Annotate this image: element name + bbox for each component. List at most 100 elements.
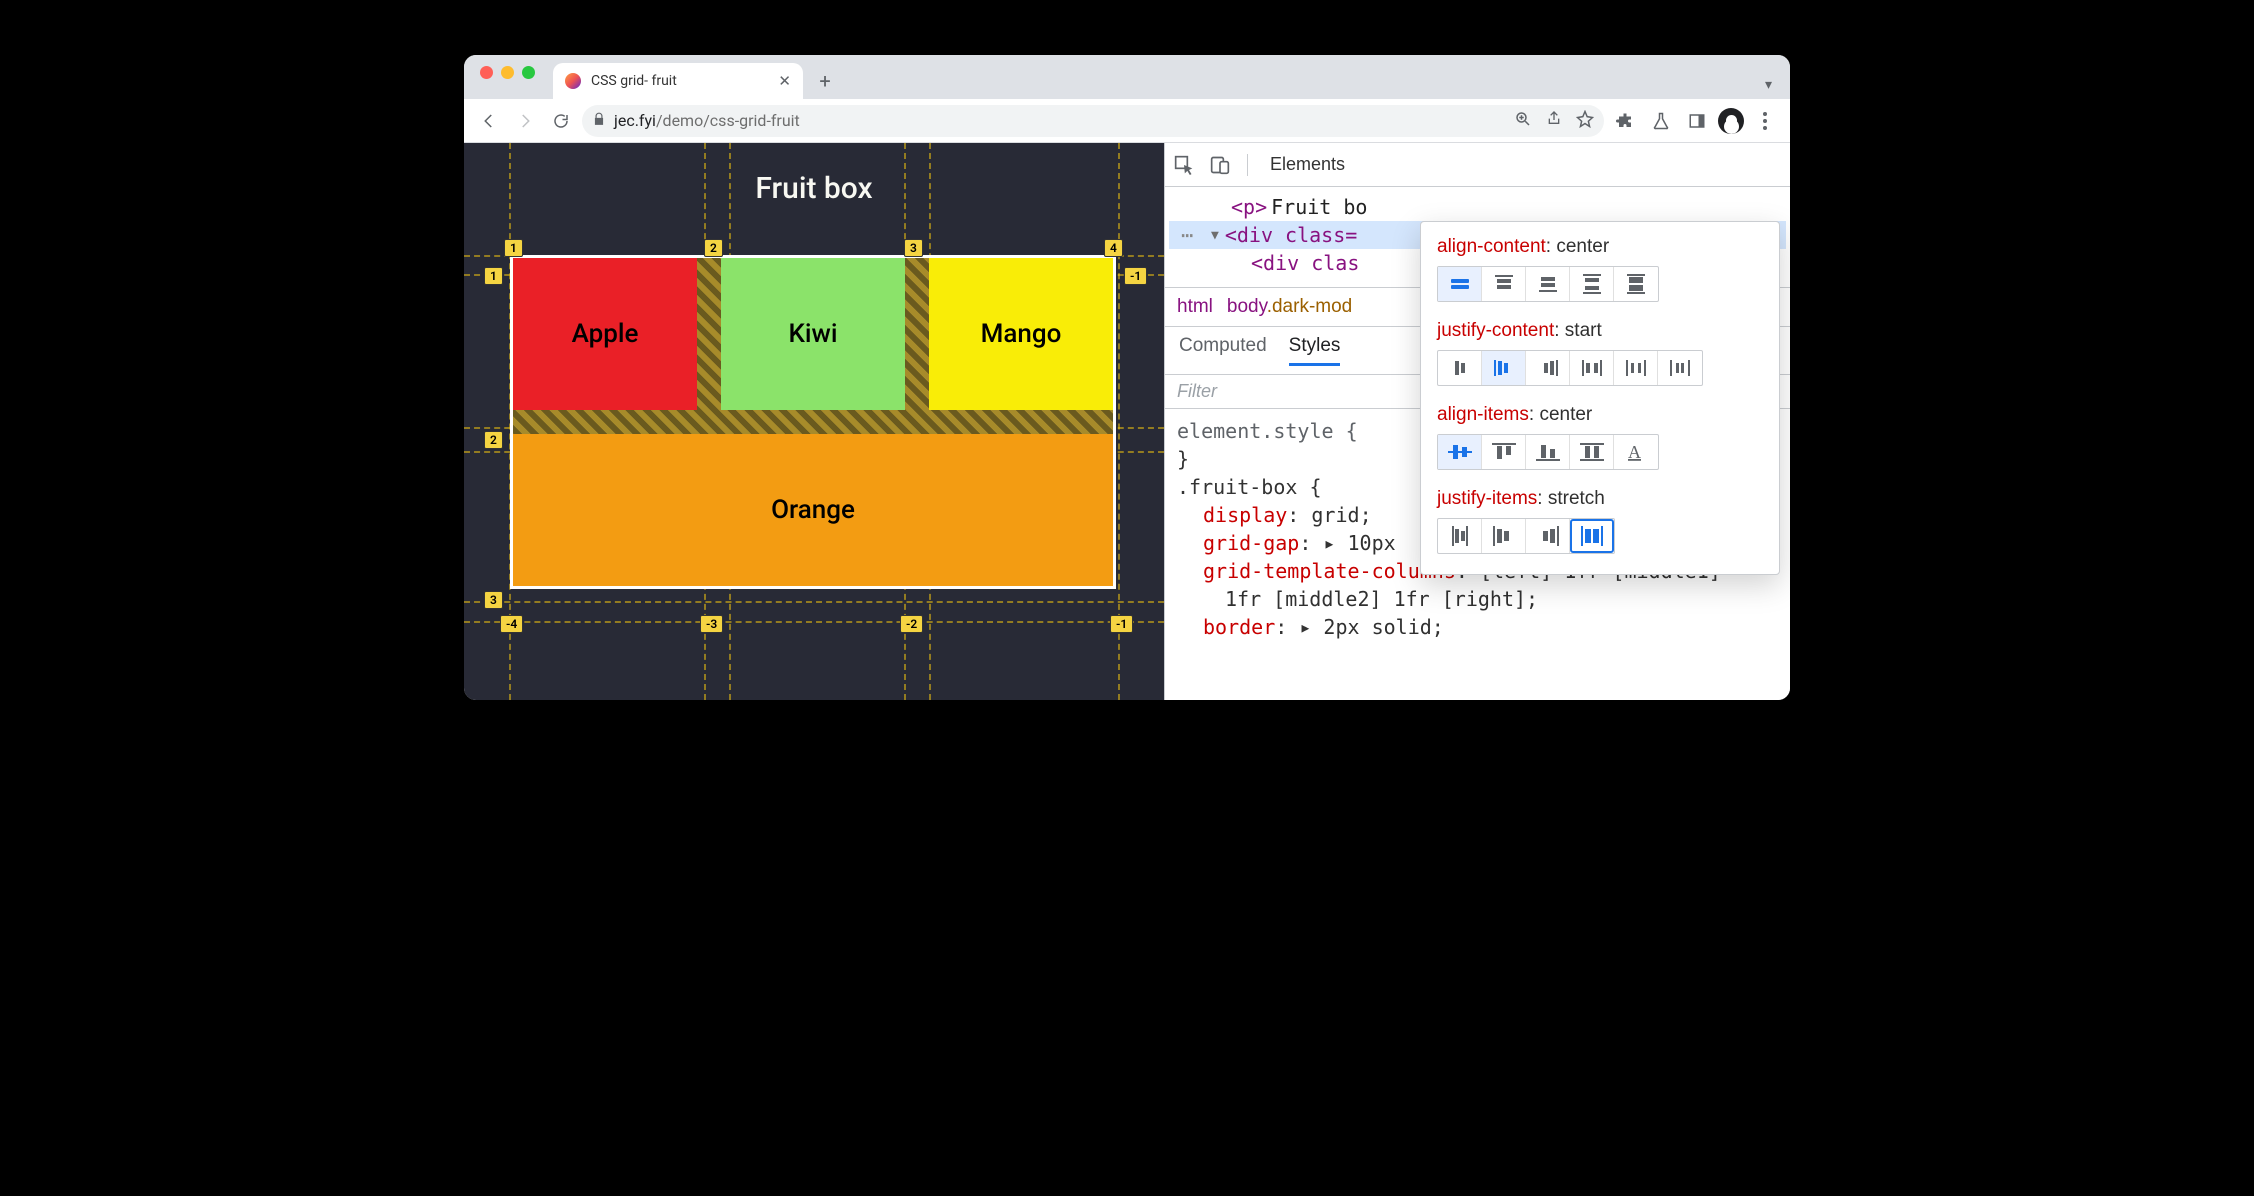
side-panel-icon[interactable] <box>1682 106 1712 136</box>
css-prop: grid-template-columns <box>1203 559 1456 583</box>
window-close[interactable] <box>480 66 493 79</box>
rendered-page: Fruit box Apple Kiwi Mango Orange 1 <box>464 143 1164 700</box>
align-content-between-icon[interactable] <box>1570 267 1614 301</box>
value-label: center <box>1556 236 1609 257</box>
align-items-center-icon[interactable] <box>1438 435 1482 469</box>
justify-content-row: justify-content: start <box>1437 320 1763 386</box>
justify-content-around-icon[interactable] <box>1614 351 1658 385</box>
grid-number: -3 <box>700 615 723 633</box>
align-content-stretch-icon[interactable] <box>1614 267 1658 301</box>
justify-items-start-icon[interactable] <box>1482 519 1526 553</box>
extensions-icon[interactable] <box>1610 106 1640 136</box>
align-content-end-icon[interactable] <box>1526 267 1570 301</box>
rule-selector: element.style { <box>1177 419 1358 443</box>
grid-number: 2 <box>484 431 503 449</box>
grid-number: -2 <box>900 615 923 633</box>
grid-line <box>464 601 1164 603</box>
prop-label: align-content <box>1437 236 1546 257</box>
css-prop: border <box>1203 615 1275 639</box>
browser-window: CSS grid- fruit ✕ + ▾ jec.fyi/demo/css-g… <box>464 55 1790 700</box>
grid-cell-apple: Apple <box>513 258 697 410</box>
grid-cell-kiwi: Kiwi <box>721 258 905 410</box>
labs-icon[interactable] <box>1646 106 1676 136</box>
overflow-icon[interactable]: ⋯ <box>1169 223 1207 247</box>
browser-tab[interactable]: CSS grid- fruit ✕ <box>553 63 803 99</box>
dom-row[interactable]: <p>Fruit bo <box>1169 193 1786 221</box>
dom-text: Fruit bo <box>1271 195 1367 219</box>
address-bar[interactable]: jec.fyi/demo/css-grid-fruit <box>582 105 1604 137</box>
device-toggle-icon[interactable] <box>1207 152 1233 178</box>
dom-tag: <div clas <box>1251 251 1359 275</box>
css-value: 2px solid <box>1323 615 1431 639</box>
tab-close-icon[interactable]: ✕ <box>778 72 791 90</box>
grid-number: 3 <box>484 591 503 609</box>
align-content-start-icon[interactable] <box>1482 267 1526 301</box>
align-items-stretch-icon[interactable] <box>1570 435 1614 469</box>
devtools-tabs: Elements <box>1165 143 1790 187</box>
url-host: jec.fyi <box>614 111 656 130</box>
new-tab-button[interactable]: + <box>811 67 839 95</box>
align-content-options <box>1437 266 1659 302</box>
crumb-html[interactable]: html <box>1177 296 1213 318</box>
filter-placeholder: Filter <box>1177 381 1217 401</box>
content-area: Fruit box Apple Kiwi Mango Orange 1 <box>464 143 1790 700</box>
alignment-editor-popup: align-content: center justify-content: s… <box>1420 221 1780 575</box>
menu-icon[interactable] <box>1750 106 1780 136</box>
justify-items-center-icon[interactable] <box>1438 519 1482 553</box>
inspect-icon[interactable] <box>1171 152 1197 178</box>
prop-label: align-items <box>1437 404 1529 425</box>
devtools-tab-elements[interactable]: Elements <box>1262 154 1353 175</box>
grid-number: -1 <box>1110 615 1133 633</box>
grid-number: 3 <box>904 239 923 257</box>
nav-forward-button[interactable] <box>510 106 540 136</box>
align-items-end-icon[interactable] <box>1526 435 1570 469</box>
url-path: /demo/css-grid-fruit <box>656 111 800 130</box>
separator <box>1247 154 1248 176</box>
window-minimize[interactable] <box>501 66 514 79</box>
crumb-body[interactable]: body <box>1227 296 1267 317</box>
page-heading: Fruit box <box>464 143 1164 206</box>
profile-avatar[interactable] <box>1718 108 1744 134</box>
omnibox-actions <box>1514 110 1594 132</box>
justify-content-evenly-icon[interactable] <box>1658 351 1702 385</box>
zoom-icon[interactable] <box>1514 110 1532 132</box>
rule-selector: .fruit-box { <box>1177 475 1322 499</box>
align-content-center-icon[interactable] <box>1438 267 1482 301</box>
grid-line <box>464 621 1164 623</box>
value-label: center <box>1539 404 1592 425</box>
align-items-start-icon[interactable] <box>1482 435 1526 469</box>
crumb-class[interactable]: .dark-mod <box>1267 296 1353 317</box>
tab-title: CSS grid- fruit <box>591 73 768 89</box>
grid-cell-orange: Orange <box>513 434 1113 586</box>
justify-items-options <box>1437 518 1615 554</box>
justify-items-row: justify-items: stretch <box>1437 488 1763 554</box>
reload-button[interactable] <box>546 106 576 136</box>
grid-number: 1 <box>504 239 523 257</box>
grid-number: 4 <box>1104 239 1123 257</box>
prop-label: justify-content <box>1437 320 1554 341</box>
css-value: 10px <box>1348 531 1396 555</box>
prop-label: justify-items <box>1437 488 1537 509</box>
share-icon[interactable] <box>1546 110 1562 132</box>
nav-back-button[interactable] <box>474 106 504 136</box>
justify-content-center-icon[interactable] <box>1438 351 1482 385</box>
align-items-row: align-items: center A <box>1437 404 1763 470</box>
justify-items-end-icon[interactable] <box>1526 519 1570 553</box>
bookmark-icon[interactable] <box>1576 110 1594 132</box>
dom-tag: <div class= <box>1225 223 1357 247</box>
tab-styles[interactable]: Styles <box>1289 335 1341 366</box>
devtools-panel: Elements <p>Fruit bo ⋯ ▼ <div class= <di… <box>1164 143 1790 700</box>
css-prop: grid-gap <box>1203 531 1299 555</box>
align-items-baseline-icon[interactable]: A <box>1614 435 1658 469</box>
justify-content-end-icon[interactable] <box>1526 351 1570 385</box>
justify-content-start-icon[interactable] <box>1482 351 1526 385</box>
grid-number: 2 <box>704 239 723 257</box>
window-maximize[interactable] <box>522 66 535 79</box>
justify-items-stretch-icon[interactable] <box>1570 519 1614 553</box>
tabs-menu-icon[interactable]: ▾ <box>1765 77 1772 93</box>
tab-computed[interactable]: Computed <box>1179 335 1267 366</box>
lock-icon <box>592 112 606 129</box>
grid-cell-mango: Mango <box>929 258 1113 410</box>
fruit-box-grid: Apple Kiwi Mango Orange <box>510 255 1116 589</box>
justify-content-between-icon[interactable] <box>1570 351 1614 385</box>
